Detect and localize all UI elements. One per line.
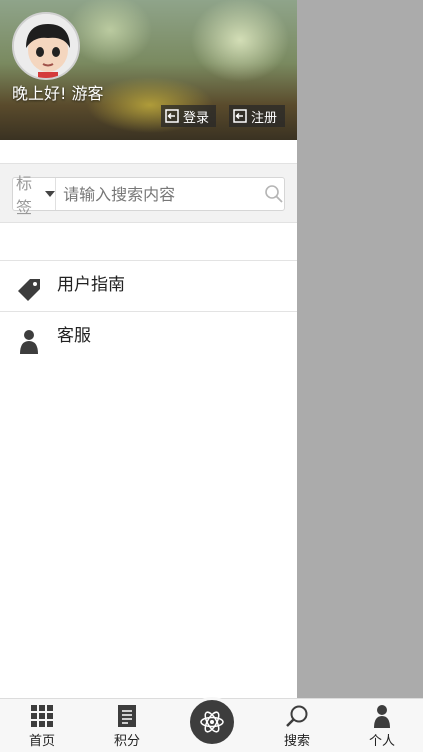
drawer-overlay[interactable] <box>297 0 423 698</box>
tab-personal[interactable]: 个人 <box>358 699 406 752</box>
tag-select[interactable]: 标签 <box>13 174 57 217</box>
login-button[interactable]: 登录 <box>161 105 216 127</box>
tag-select-label: 标签 <box>16 174 33 217</box>
tab-points[interactable]: 积分 <box>103 699 151 752</box>
menu-item-label: 客服 <box>57 326 91 346</box>
side-drawer: 晚上好! 游客 登录 注册 标签 请输入搜索内容 用户指南 客服 <box>0 0 297 698</box>
atom-icon <box>200 711 224 733</box>
menu-item-user-guide[interactable]: 用户指南 <box>0 261 297 311</box>
search-bar: 标签 <box>0 163 297 223</box>
tab-home[interactable]: 首页 <box>18 699 66 752</box>
document-icon <box>118 705 136 727</box>
register-button[interactable]: 注册 <box>229 105 285 127</box>
tab-search[interactable]: 搜索 <box>273 699 321 752</box>
person-icon <box>374 705 390 728</box>
register-label: 注册 <box>251 110 278 126</box>
caret-down-icon <box>45 191 56 197</box>
grid-icon <box>31 705 53 727</box>
tab-home-label: 首页 <box>28 734 55 749</box>
avatar[interactable] <box>12 12 80 80</box>
search-input[interactable] <box>56 178 264 210</box>
person-icon <box>20 330 38 354</box>
greeting-text: 晚上好! 游客 <box>12 84 104 103</box>
center-action-button[interactable] <box>187 697 237 747</box>
menu-item-customer-service[interactable]: 客服 <box>0 312 297 362</box>
tag-icon <box>18 279 40 301</box>
tab-points-label: 积分 <box>113 734 140 749</box>
search-icon <box>286 705 308 727</box>
search-box: 标签 <box>12 174 285 217</box>
profile-header: 晚上好! 游客 登录 注册 <box>0 0 297 140</box>
search-icon[interactable] <box>263 178 284 210</box>
tab-personal-label: 个人 <box>368 734 395 749</box>
login-label: 登录 <box>183 110 210 126</box>
menu-item-label: 用户指南 <box>57 275 125 295</box>
register-icon <box>233 109 247 123</box>
login-icon <box>165 109 179 123</box>
tab-search-label: 搜索 <box>283 734 310 749</box>
